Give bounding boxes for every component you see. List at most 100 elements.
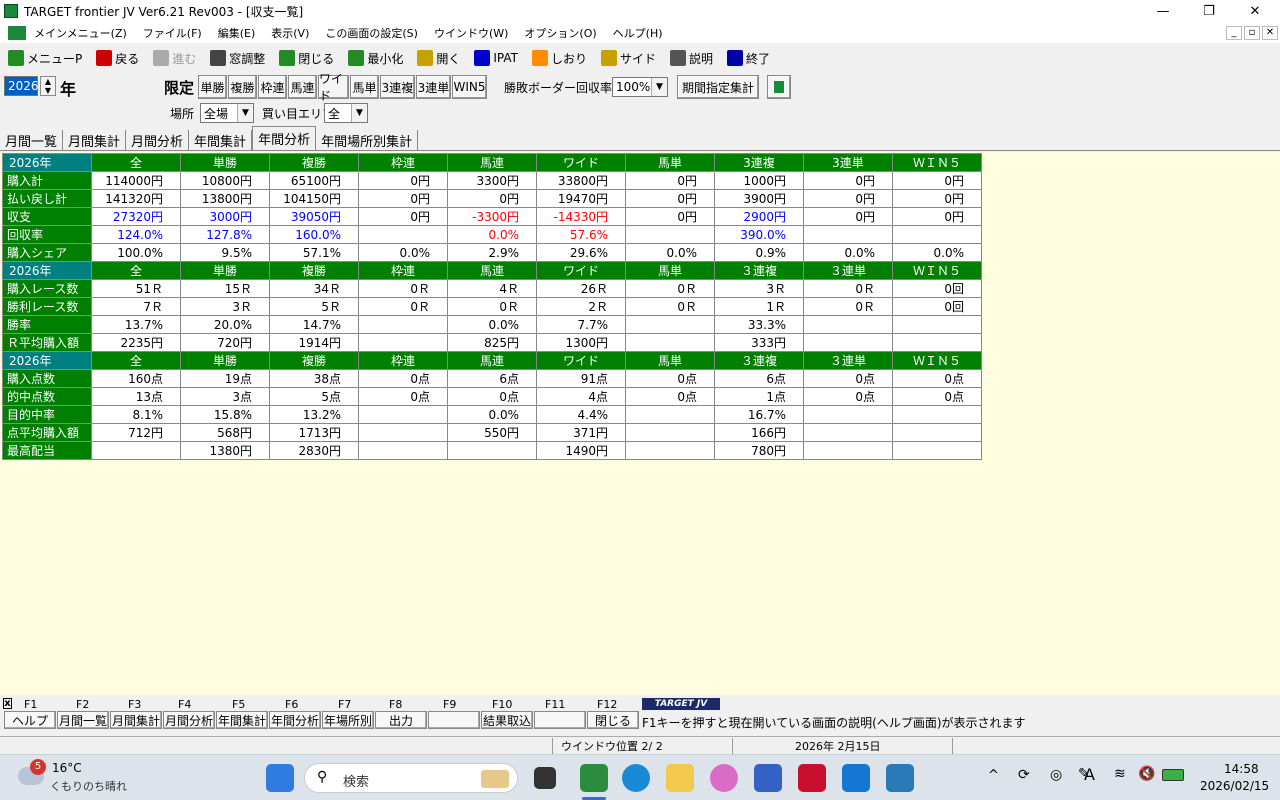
fkey-button[interactable] bbox=[534, 711, 586, 729]
back-button[interactable]: 戻る bbox=[96, 50, 139, 67]
chevron-down-icon[interactable]: ▼ bbox=[237, 104, 253, 122]
bet-filter-button[interactable]: 3連単 bbox=[416, 75, 451, 99]
bet-filter-button[interactable]: 単勝 bbox=[198, 75, 227, 99]
forward-button[interactable]: 進む bbox=[153, 50, 196, 67]
bet-filter-button[interactable]: 3連複 bbox=[380, 75, 415, 99]
period-summary-button[interactable]: 期間指定集計 bbox=[677, 75, 759, 99]
bet-filter-button[interactable]: 馬連 bbox=[288, 75, 317, 99]
table-cell: 6点 bbox=[447, 369, 537, 388]
year-input[interactable]: 2026 bbox=[4, 76, 39, 96]
menu-main[interactable]: メインメニュー(Z) bbox=[34, 25, 127, 41]
fkey-button[interactable] bbox=[428, 711, 480, 729]
wifi-icon[interactable]: ≋ bbox=[1114, 766, 1126, 782]
folder-icon[interactable] bbox=[666, 764, 694, 792]
bet-filter-button[interactable]: ワイド bbox=[318, 72, 349, 103]
clock-time[interactable]: 14:58 bbox=[1224, 762, 1259, 776]
table-cell: 13800円 bbox=[180, 189, 270, 208]
bet-filter-button[interactable]: 枠連 bbox=[258, 75, 287, 99]
tab-2[interactable]: 月間分析 bbox=[126, 130, 190, 150]
menu-help[interactable]: ヘルプ(H) bbox=[613, 25, 663, 41]
edge-icon[interactable] bbox=[622, 764, 650, 792]
task-view-icon[interactable] bbox=[534, 767, 556, 789]
open-button[interactable]: 開く bbox=[417, 50, 460, 67]
fkey-button[interactable]: 月間集計 bbox=[110, 711, 162, 729]
bet-filter-button[interactable]: 複勝 bbox=[228, 75, 257, 99]
year-spinner[interactable]: ▲ ▼ bbox=[40, 76, 56, 96]
column-header: 全 bbox=[91, 351, 181, 370]
bookmark-button[interactable]: しおり bbox=[531, 50, 587, 67]
fkey-button[interactable]: 閉じる bbox=[587, 711, 639, 729]
graph-icon[interactable] bbox=[767, 75, 791, 99]
table-cell: 0円 bbox=[892, 189, 982, 208]
tab-0[interactable]: 月間一覧 bbox=[0, 130, 64, 150]
bet-filter-button[interactable]: 馬単 bbox=[350, 75, 379, 99]
tab-1[interactable]: 月間集計 bbox=[63, 130, 127, 150]
chevron-up-icon[interactable]: ^ bbox=[988, 768, 999, 783]
place-select[interactable]: 全場 ▼ bbox=[200, 103, 254, 123]
x-mark[interactable]: x bbox=[3, 698, 12, 709]
tab-3[interactable]: 年間集計 bbox=[189, 130, 253, 150]
outlook-icon[interactable] bbox=[842, 764, 870, 792]
menu-p-button[interactable]: メニューP bbox=[8, 50, 82, 67]
fkey-button[interactable]: 月間一覧 bbox=[57, 711, 109, 729]
chevron-down-icon[interactable]: ▼ bbox=[651, 78, 667, 96]
fkey-button[interactable]: 月間分析 bbox=[163, 711, 215, 729]
border-select[interactable]: 100% ▼ bbox=[612, 77, 668, 97]
clock-date[interactable]: 2026/02/15 bbox=[1200, 779, 1269, 793]
lang-icon[interactable]: ◎ bbox=[1050, 767, 1062, 783]
battery-icon[interactable] bbox=[1162, 769, 1184, 781]
tab-5[interactable]: 年間場所別集計 bbox=[316, 130, 419, 150]
search-box[interactable]: ⚲ 検索 bbox=[304, 763, 518, 793]
minimize-button[interactable]: 最小化 bbox=[348, 50, 403, 67]
table-cell: 160.0% bbox=[269, 225, 359, 244]
back-label: 戻る bbox=[115, 51, 140, 66]
fkey-button[interactable]: 結果取込 bbox=[481, 711, 533, 729]
copilot-icon[interactable] bbox=[710, 764, 738, 792]
fkey-button[interactable]: 年場所別 bbox=[322, 711, 374, 729]
weather-forecast[interactable]: くもりのち晴れ bbox=[50, 778, 127, 794]
exit-button[interactable]: 終了 bbox=[727, 50, 770, 67]
menu-options[interactable]: オプション(O) bbox=[524, 25, 596, 41]
column-header: 枠連 bbox=[358, 351, 448, 370]
fkey-button[interactable]: 出力 bbox=[375, 711, 427, 729]
table-cell: 0Ｒ bbox=[625, 297, 715, 316]
windows-start-icon[interactable] bbox=[266, 764, 294, 792]
tab-4[interactable]: 年間分析 bbox=[252, 126, 317, 150]
maximize-button[interactable]: ❐ bbox=[1186, 0, 1232, 23]
fkey-button[interactable]: 年間分析 bbox=[269, 711, 321, 729]
row-label: 購入レース数 bbox=[2, 279, 92, 298]
fkey-button[interactable]: 年間集計 bbox=[216, 711, 268, 729]
function-key-bar: x F1 ヘルプ F2 月間一覧 F3 月間集計 F4 月間分析 F5 年間集計 F6 年間分析 F7 年… bbox=[0, 696, 1280, 732]
menu-file[interactable]: ファイル(F) bbox=[143, 25, 202, 41]
sync-icon[interactable]: ⟳ bbox=[1018, 767, 1030, 783]
explain-button[interactable]: 説明 bbox=[670, 50, 713, 67]
menu-window[interactable]: ウインドウ(W) bbox=[434, 25, 508, 41]
mcafee-icon[interactable] bbox=[798, 764, 826, 792]
menu-screen-settings[interactable]: この画面の設定(S) bbox=[325, 25, 418, 41]
mdi-doc-icon[interactable] bbox=[8, 26, 26, 40]
speaker-muted-icon[interactable]: 🔇 bbox=[1138, 766, 1155, 782]
column-header: 複勝 bbox=[269, 153, 359, 172]
mdi-minimize-button[interactable]: _ bbox=[1226, 26, 1242, 40]
column-header: 単勝 bbox=[180, 153, 270, 172]
mdi-restore-button[interactable]: ▫ bbox=[1244, 26, 1260, 40]
close-button[interactable]: ✕ bbox=[1232, 0, 1278, 23]
fkey-button[interactable]: ヘルプ bbox=[4, 711, 56, 729]
menu-edit[interactable]: 編集(E) bbox=[218, 25, 256, 41]
target-app-icon[interactable] bbox=[580, 764, 608, 792]
ipat-button[interactable]: IPAT bbox=[474, 50, 518, 66]
chevron-down-icon[interactable]: ▼ bbox=[351, 104, 367, 122]
area-select[interactable]: 全 ▼ bbox=[324, 103, 368, 123]
app-s-icon[interactable] bbox=[886, 764, 914, 792]
mdi-close-button[interactable]: ✕ bbox=[1262, 26, 1278, 40]
minimize-button[interactable]: — bbox=[1140, 0, 1186, 23]
window-adjust-button[interactable]: 窓調整 bbox=[210, 50, 265, 67]
weather-temp[interactable]: 16°C bbox=[52, 761, 82, 775]
side-button[interactable]: サイド bbox=[600, 50, 656, 67]
store-icon[interactable] bbox=[754, 764, 782, 792]
menu-view[interactable]: 表示(V) bbox=[271, 25, 309, 41]
ime-indicator[interactable]: A bbox=[1084, 765, 1095, 784]
window-title: TARGET frontier JV Ver6.21 Rev003 - [収支一… bbox=[24, 5, 304, 19]
close-window-button[interactable]: 閉じる bbox=[279, 50, 334, 67]
bet-filter-button[interactable]: WIN5 bbox=[452, 75, 487, 99]
